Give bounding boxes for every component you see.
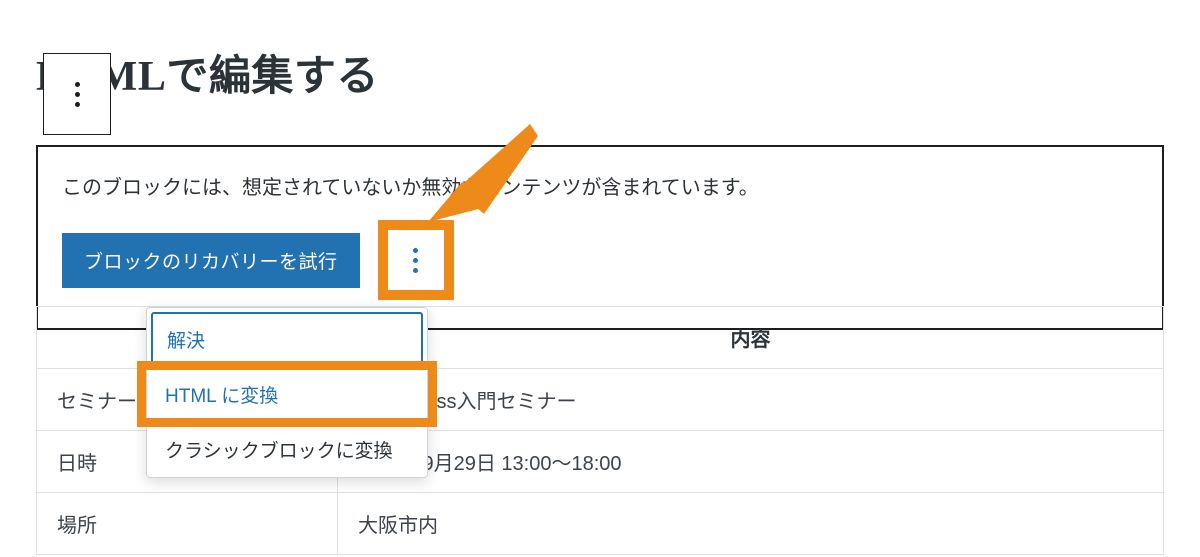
ellipsis-vertical-icon [413, 248, 418, 273]
table-row: 場所 大阪市内 [37, 493, 1164, 555]
invalid-block-warning: このブロックには、想定されていないか無効なコンテンツが含まれています。 ブロック… [36, 145, 1164, 330]
resolve-menu-item[interactable]: 解決 [151, 312, 423, 367]
table-cell-value: 大阪市内 [338, 493, 1164, 555]
convert-to-html-menu-item[interactable]: HTML に変換 [147, 367, 427, 422]
block-resolve-popover: 解決 HTML に変換 クラシックブロックに変換 [146, 307, 428, 478]
warning-message: このブロックには、想定されていないか無効なコンテンツが含まれています。 [62, 171, 1138, 200]
table-cell-value: 2024年9月29日 13:00〜18:00 [338, 431, 1164, 493]
table-header-cell: 内容 [338, 307, 1164, 369]
table-cell-value: WordPress入門セミナー [338, 369, 1164, 431]
table-cell-label: 場所 [37, 493, 338, 555]
block-options-button[interactable] [43, 53, 111, 135]
convert-to-classic-block-menu-item[interactable]: クラシックブロックに変換 [147, 422, 427, 477]
block-more-options-button[interactable] [378, 220, 454, 300]
ellipsis-vertical-icon [75, 82, 80, 107]
attempt-block-recovery-button[interactable]: ブロックのリカバリーを試行 [62, 233, 360, 288]
